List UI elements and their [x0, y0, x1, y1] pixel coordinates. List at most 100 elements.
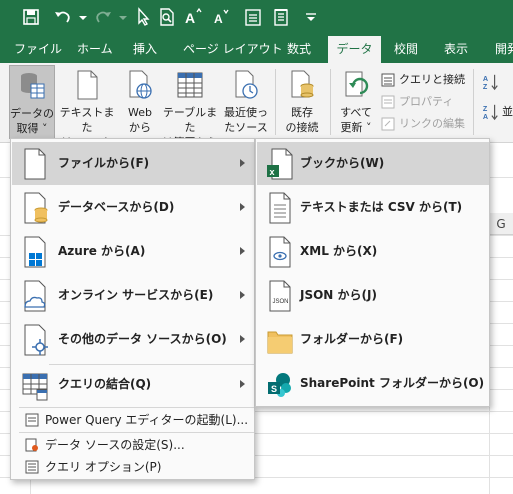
from-json-label: JSON から(J)	[300, 288, 377, 302]
menu-item-from-file[interactable]: ファイルから(F)	[12, 142, 254, 185]
recent-sources-button[interactable]: 最近使っ たソース	[221, 65, 271, 139]
sort-az-icon: AZ	[483, 74, 498, 91]
from-table-range-button[interactable]: テーブルまた は範囲から	[160, 65, 220, 149]
menu-item-from-database[interactable]: データベースから(D)	[12, 186, 254, 229]
submenu-arrow-icon	[240, 380, 245, 388]
existing-connections-button[interactable]: 既存 の接続	[280, 65, 324, 139]
menu-item-from-xml[interactable]: XML から(X)	[257, 230, 489, 273]
document-icon[interactable]	[270, 6, 292, 28]
query-options-label: クエリ オプション(P)	[45, 460, 162, 474]
from-other-sources-label: その他のデータ ソースから(O)	[58, 332, 227, 346]
redo-dropdown-icon	[112, 6, 134, 28]
xml-file-icon	[266, 235, 294, 269]
undo-dropdown-icon[interactable]	[72, 6, 94, 28]
from-sharepoint-folder-label: SharePoint フォルダーから(O)	[300, 376, 485, 390]
svg-text:A: A	[483, 112, 488, 121]
web-globe-icon	[127, 69, 153, 101]
select-pointer-icon[interactable]	[132, 6, 154, 28]
edit-links-icon	[381, 117, 395, 131]
database-icon	[21, 191, 49, 225]
tab-developer[interactable]: 開発	[495, 36, 513, 63]
recent-clock-icon	[233, 69, 259, 101]
from-text-csv-submenu-label: テキストまたは CSV から(T)	[300, 200, 463, 214]
edit-links-label: リンクの編集	[399, 117, 465, 130]
menu-item-from-sharepoint-folder[interactable]: S SharePoint フォルダーから(O)	[257, 362, 489, 405]
sharepoint-icon: S	[266, 367, 294, 401]
refresh-all-label: すべて 更新 ˅	[340, 106, 372, 134]
queries-connections-label: クエリと接続	[399, 73, 465, 86]
submenu-arrow-icon	[240, 203, 245, 211]
from-database-label: データベースから(D)	[58, 200, 175, 214]
power-query-icon	[25, 413, 39, 427]
properties-icon	[381, 95, 395, 109]
ribbon-separator	[330, 69, 331, 135]
tab-insert[interactable]: 挿入	[133, 36, 157, 63]
combine-queries-icon	[21, 368, 49, 402]
query-options-icon	[25, 460, 39, 474]
existing-connections-label: 既存 の接続	[285, 106, 319, 134]
sort-za-button[interactable]: ZA 並	[482, 103, 513, 121]
from-online-services-label: オンライン サービスから(E)	[58, 288, 214, 302]
ribbon-tabs: ファイル ホーム 挿入 ページ レイアウト 数式 データ 校閲 表示 開発	[0, 36, 513, 63]
from-folder-label: フォルダーから(F)	[300, 332, 404, 346]
from-file-label: ファイルから(F)	[58, 156, 150, 170]
table-icon	[177, 69, 203, 101]
redo-icon	[92, 6, 114, 28]
combine-queries-label: クエリの結合(Q)	[58, 377, 152, 391]
refresh-icon	[343, 69, 369, 101]
customize-qat-icon[interactable]	[300, 6, 322, 28]
submenu-arrow-icon	[240, 247, 245, 255]
data-source-settings-label: データ ソースの設定(S)...	[45, 438, 185, 452]
menu-item-query-options[interactable]: クエリ オプション(P)	[12, 456, 254, 478]
tab-formulas[interactable]: 数式	[287, 36, 311, 63]
text-file-icon	[266, 191, 294, 225]
text-file-icon	[74, 69, 100, 101]
menu-separator	[19, 432, 254, 433]
undo-icon[interactable]	[52, 6, 74, 28]
form-icon[interactable]	[242, 6, 264, 28]
tab-review[interactable]: 校閲	[394, 36, 418, 63]
from-text-csv-button[interactable]: テキストまた は CSV から	[56, 65, 118, 164]
get-data-menu: ファイルから(F) データベースから(D) Azure から(A) オンライン …	[10, 138, 255, 480]
queries-connections-icon	[381, 73, 395, 87]
tab-file[interactable]: ファイル	[14, 36, 62, 63]
azure-icon	[21, 235, 49, 269]
svg-text:S: S	[271, 384, 277, 394]
menu-item-from-folder[interactable]: フォルダーから(F)	[257, 318, 489, 361]
column-header-g[interactable]: G	[489, 213, 513, 235]
print-preview-icon[interactable]	[156, 6, 178, 28]
increase-font-size-icon[interactable]: A	[182, 6, 204, 28]
json-file-icon: JSON	[266, 279, 294, 313]
refresh-all-button[interactable]: すべて 更新 ˅	[334, 65, 378, 139]
menu-item-launch-power-query[interactable]: Power Query エディターの起動(L)...	[12, 409, 254, 431]
menu-item-from-other-sources[interactable]: その他のデータ ソースから(O)	[12, 318, 254, 361]
launch-power-query-label: Power Query エディターの起動(L)...	[45, 413, 249, 427]
from-web-button[interactable]: Web から	[120, 65, 160, 139]
properties-label: プロパティ	[399, 95, 454, 108]
save-icon[interactable]	[20, 6, 42, 28]
submenu-arrow-icon	[240, 335, 245, 343]
from-xml-label: XML から(X)	[300, 244, 378, 258]
from-file-submenu: x ブックから(W) テキストまたは CSV から(T) XML から(X) J…	[255, 138, 490, 407]
menu-item-from-azure[interactable]: Azure から(A)	[12, 230, 254, 273]
menu-item-from-online-services[interactable]: オンライン サービスから(E)	[12, 274, 254, 317]
menu-item-from-text-csv[interactable]: テキストまたは CSV から(T)	[257, 186, 489, 229]
tab-data[interactable]: データ	[328, 36, 381, 63]
from-azure-label: Azure から(A)	[58, 244, 146, 258]
tab-view[interactable]: 表示	[444, 36, 468, 63]
svg-text:A: A	[185, 10, 195, 26]
menu-item-from-workbook[interactable]: x ブックから(W)	[257, 142, 489, 185]
decrease-font-size-icon[interactable]: A	[210, 6, 232, 28]
ribbon-separator	[473, 69, 474, 135]
get-data-button[interactable]: データの 取得 ˅	[9, 65, 55, 139]
sort-label: 並	[502, 105, 513, 118]
tab-home[interactable]: ホーム	[77, 36, 113, 63]
other-sources-icon	[21, 323, 49, 357]
menu-item-combine-queries[interactable]: クエリの結合(Q)	[12, 363, 254, 406]
menu-item-data-source-settings[interactable]: データ ソースの設定(S)...	[12, 434, 254, 456]
sort-az-button[interactable]: AZ	[482, 73, 512, 91]
menu-separator	[19, 407, 254, 408]
menu-item-from-json[interactable]: JSON JSON から(J)	[257, 274, 489, 317]
existing-connections-icon	[289, 69, 315, 101]
tab-page-layout[interactable]: ページ レイアウト	[183, 36, 283, 63]
